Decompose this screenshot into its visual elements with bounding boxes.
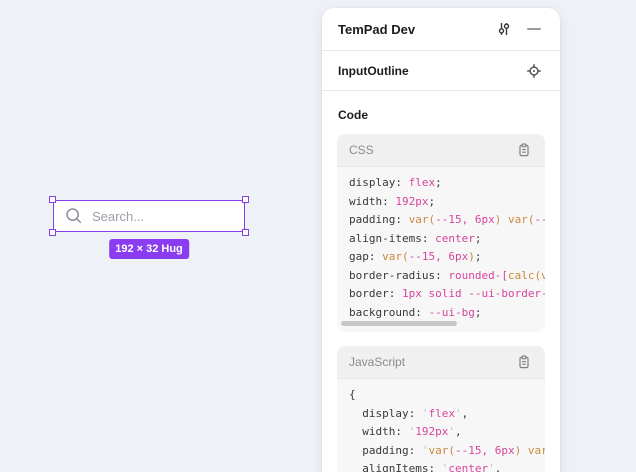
panel-header: TemPad Dev: [322, 8, 560, 50]
sliders-settings-button[interactable]: [494, 19, 514, 39]
code-line: display: 'flex',: [349, 405, 545, 424]
selection-handle-top-right[interactable]: [242, 196, 249, 203]
minimize-icon: [526, 21, 542, 37]
code-line: width: 192px;: [349, 193, 545, 212]
js-code-block: JavaScript { display: 'flex', width: '19…: [337, 346, 545, 472]
code-line: {: [349, 386, 545, 405]
figma-canvas: 192 × 32 Hug TemPad Dev InputOutline: [0, 0, 636, 472]
clipboard-copy-icon: [517, 355, 531, 369]
selected-component-row: InputOutline: [322, 51, 560, 90]
code-line: padding: var(--15, 6px) var(--: [349, 211, 545, 230]
sliders-icon: [496, 21, 512, 37]
search-input[interactable]: [92, 209, 236, 224]
css-block-header: CSS: [337, 134, 545, 167]
code-line: width: '192px',: [349, 423, 545, 442]
js-code[interactable]: { display: 'flex', width: '192px', paddi…: [337, 379, 545, 472]
minimize-button[interactable]: [524, 19, 544, 39]
code-line: gap: var(--15, 6px);: [349, 248, 545, 267]
selected-element: 192 × 32 Hug: [53, 200, 245, 232]
code-line: alignItems: 'center',: [349, 460, 545, 472]
code-line: border-radius: rounded-[calc(var: [349, 267, 545, 286]
code-line: align-items: center;: [349, 230, 545, 249]
tempad-dev-panel: TemPad Dev InputOutline: [322, 8, 560, 472]
css-block-label: CSS: [349, 143, 514, 157]
css-horizontal-scrollbar[interactable]: [341, 321, 457, 326]
locate-node-button[interactable]: [524, 61, 544, 81]
selection-handle-top-left[interactable]: [49, 196, 56, 203]
copy-css-button[interactable]: [514, 140, 534, 160]
locate-target-icon: [526, 63, 542, 79]
search-input-component[interactable]: [53, 200, 245, 232]
js-block-label: JavaScript: [349, 355, 514, 369]
css-code-block: CSS display: flex;width: 192px;padding: …: [337, 134, 545, 332]
component-name: InputOutline: [338, 64, 524, 78]
clipboard-copy-icon: [517, 143, 531, 157]
selection-handle-bottom-right[interactable]: [242, 229, 249, 236]
selection-handle-bottom-left[interactable]: [49, 229, 56, 236]
code-line: background: --ui-bg;: [349, 304, 545, 323]
code-line: display: flex;: [349, 174, 545, 193]
magnifier-icon: [65, 207, 83, 225]
panel-title: TemPad Dev: [338, 22, 494, 37]
size-badge: 192 × 32 Hug: [109, 239, 189, 259]
js-block-header: JavaScript: [337, 346, 545, 379]
code-section-title: Code: [322, 91, 560, 134]
copy-js-button[interactable]: [514, 352, 534, 372]
css-code[interactable]: display: flex;width: 192px;padding: var(…: [337, 167, 545, 332]
code-line: border: 1px solid --ui-border-: [349, 285, 545, 304]
code-line: padding: 'var(--15, 6px) var: [349, 442, 545, 461]
